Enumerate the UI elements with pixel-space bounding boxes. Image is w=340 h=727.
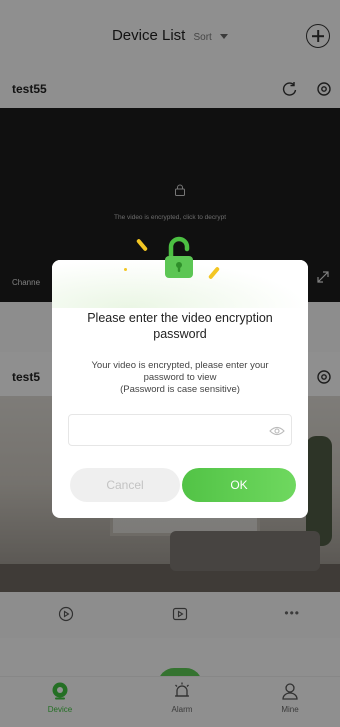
unlock-icon <box>165 236 193 278</box>
ok-button[interactable]: OK <box>182 468 296 502</box>
dialog-title: Please enter the video encryption passwo… <box>87 311 273 341</box>
password-dialog: Please enter the video encryption passwo… <box>52 260 308 518</box>
eye-icon[interactable] <box>269 424 285 438</box>
cancel-button[interactable]: Cancel <box>70 468 180 502</box>
password-input[interactable] <box>77 421 257 441</box>
app-root: Device List Sort test55 The video is enc… <box>0 0 340 727</box>
dialog-message-line: Your video is encrypted, please enter yo… <box>91 360 269 371</box>
password-field[interactable] <box>68 414 292 446</box>
dialog-message-line: password to view <box>143 372 217 383</box>
dialog-message: Your video is encrypted, please enter yo… <box>62 360 298 396</box>
dialog-message-line: (Password is case sensitive) <box>120 384 240 395</box>
sparkle-decoration <box>124 268 127 271</box>
